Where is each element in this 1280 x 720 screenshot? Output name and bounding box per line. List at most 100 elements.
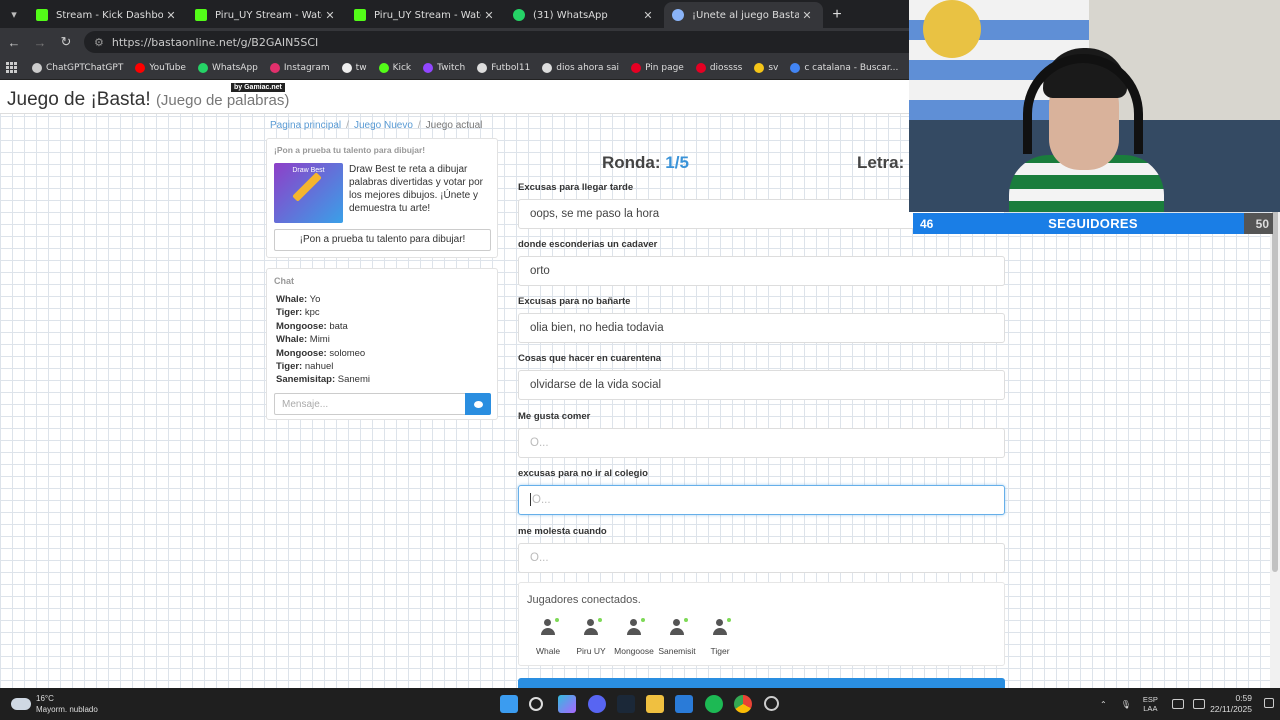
- close-tab-icon[interactable]: ✕: [799, 9, 815, 22]
- show-hidden-icons[interactable]: ⌃: [1100, 700, 1107, 709]
- bookmark-item[interactable]: WhatsApp: [197, 62, 258, 73]
- category-answer-input[interactable]: O...: [518, 543, 1005, 573]
- player-card: Tiger: [697, 618, 743, 656]
- answer-value: orto: [530, 265, 550, 277]
- chrome-icon[interactable]: [734, 695, 752, 713]
- player-name: Sanemisit: [658, 646, 696, 656]
- new-tab-button[interactable]: +: [823, 2, 851, 28]
- browser-tab[interactable]: (31) WhatsApp ✕: [505, 2, 664, 28]
- bookmark-item[interactable]: ChatGPTChatGPT: [32, 62, 124, 73]
- breadcrumb: Pagina principal / Juego Nuevo / Juego actua…: [270, 120, 483, 131]
- back-button[interactable]: ←: [2, 35, 26, 50]
- tab-search-icon[interactable]: ▾: [0, 0, 28, 28]
- draw-best-thumbnail[interactable]: Draw Best: [274, 163, 343, 223]
- forward-button[interactable]: →: [28, 35, 52, 50]
- bookmark-item[interactable]: YouTube: [135, 62, 186, 73]
- close-tab-icon[interactable]: ✕: [640, 9, 656, 22]
- online-status-icon: [641, 618, 645, 622]
- online-status-icon: [598, 618, 602, 622]
- reload-button[interactable]: ↻: [54, 34, 78, 50]
- close-tab-icon[interactable]: ✕: [163, 9, 179, 22]
- start-icon[interactable]: [500, 695, 518, 713]
- site-title[interactable]: Juego de ¡Basta! (Juego de palabras): [7, 89, 289, 111]
- steam-icon[interactable]: [617, 695, 635, 713]
- chat-message: Mongoose: solomeo: [276, 347, 370, 360]
- bookmark-label: diossss: [709, 62, 743, 73]
- bookmark-item[interactable]: diossss: [695, 62, 743, 73]
- basta-submit-button[interactable]: [518, 678, 1005, 688]
- headset-icon: [1023, 54, 1143, 154]
- notification-icon[interactable]: [1264, 698, 1274, 708]
- microphone-icon[interactable]: 🎙: [1121, 700, 1131, 709]
- user-avatar-icon: [540, 618, 559, 635]
- bookmark-item[interactable]: Futbol11: [477, 62, 531, 73]
- bookmark-item[interactable]: Instagram: [269, 62, 330, 73]
- weather-widget[interactable]: 16°C Mayorm. nublado: [11, 693, 98, 715]
- chat-text: Mimi: [309, 334, 330, 346]
- bookmark-item[interactable]: Twitch: [423, 62, 465, 73]
- chat-heading: Chat: [274, 276, 294, 286]
- site-subtitle: (Juego de palabras): [155, 92, 290, 109]
- breadcrumb-new-game[interactable]: Juego Nuevo: [354, 120, 413, 131]
- obs-icon[interactable]: [764, 696, 779, 711]
- breadcrumb-home[interactable]: Pagina principal: [270, 120, 341, 131]
- answer-value: oops, se me paso la hora: [530, 208, 660, 220]
- gamiac-badge[interactable]: by Gamiac.net: [231, 83, 285, 92]
- breadcrumb-current: Juego actual: [425, 120, 483, 131]
- clock-date: 22/11/2025: [1210, 704, 1252, 714]
- user-avatar-icon: [626, 618, 645, 635]
- clock[interactable]: 0:59 22/11/2025: [1204, 693, 1252, 715]
- bookmark-item[interactable]: c catalana - Buscar...: [790, 62, 898, 73]
- clock-time: 0:59: [1235, 693, 1252, 703]
- bookmark-label: Futbol11: [491, 62, 531, 73]
- category-answer-input[interactable]: olia bien, no hedia todavia: [518, 313, 1005, 343]
- bookmark-item[interactable]: sv: [754, 62, 778, 73]
- kick-icon: [36, 9, 48, 21]
- close-tab-icon[interactable]: ✕: [322, 9, 338, 22]
- language-indicator[interactable]: ESP LAA: [1143, 695, 1158, 713]
- online-status-icon: [684, 618, 688, 622]
- chat-message: Whale: Yo: [276, 293, 370, 306]
- promo-text: Draw Best te reta a dibujar palabras div…: [349, 164, 483, 214]
- spotify-icon[interactable]: [705, 695, 723, 713]
- category-answer-input[interactable]: O...: [518, 485, 1005, 515]
- category-answer-input[interactable]: orto: [518, 256, 1005, 286]
- chat-user: Tiger:: [276, 361, 303, 373]
- user-avatar-icon: [669, 618, 688, 635]
- browser-tab[interactable]: Stream - Kick Dashboard✕: [28, 2, 187, 28]
- bookmark-item[interactable]: Pin page: [631, 62, 684, 73]
- bookmark-favicon-icon: [542, 62, 553, 73]
- close-tab-icon[interactable]: ✕: [481, 9, 497, 22]
- browser-tab[interactable]: Piru_UY Stream - Watch Live on✕: [346, 2, 505, 28]
- chat-messages: Whale: Yo Tiger: kpc Mongoose: bata Whale: …: [276, 293, 370, 387]
- bookmark-item[interactable]: Kick: [378, 62, 411, 73]
- file-explorer-icon[interactable]: [646, 695, 664, 713]
- browser-tab[interactable]: Piru_UY Stream - Watch Live on✕: [187, 2, 346, 28]
- bookmark-label: dios ahora sai: [556, 62, 620, 73]
- store-icon[interactable]: [675, 695, 693, 713]
- chat-message: Tiger: nahuel: [276, 360, 370, 373]
- send-chat-button[interactable]: [465, 393, 491, 415]
- players-heading: Jugadores conectados.: [527, 594, 641, 606]
- address-bar[interactable]: ⚙ https://bastaonline.net/g/B2GAIN5SCI: [84, 31, 964, 53]
- weather-condition: Mayorm. nublado: [36, 705, 98, 714]
- chat-user: Tiger:: [276, 307, 303, 319]
- user-avatar-icon: [712, 618, 731, 635]
- promo-button[interactable]: ¡Pon a prueba tu talento para dibujar!: [274, 229, 491, 251]
- category-answer-input[interactable]: olvidarse de la vida social: [518, 370, 1005, 400]
- bookmark-item[interactable]: tw: [341, 62, 367, 73]
- category-answer-input[interactable]: O...: [518, 428, 1005, 458]
- answer-placeholder: O...: [530, 437, 549, 449]
- bookmark-item[interactable]: dios ahora sai: [542, 62, 620, 73]
- chat-message: Tiger: kpc: [276, 306, 370, 319]
- search-icon[interactable]: [529, 697, 543, 711]
- network-icon[interactable]: [1171, 699, 1184, 709]
- site-info-icon[interactable]: ⚙: [94, 36, 104, 49]
- bookmark-favicon-icon: [423, 62, 434, 73]
- browser-tab[interactable]: ¡Únete al juego Basta! ✕: [664, 2, 823, 28]
- apps-icon[interactable]: [6, 61, 18, 74]
- bookmark-label: ChatGPTChatGPT: [46, 62, 124, 73]
- copilot-icon[interactable]: [558, 695, 576, 713]
- discord-icon[interactable]: [588, 695, 606, 713]
- chat-message-input[interactable]: Mensaje...: [274, 393, 466, 415]
